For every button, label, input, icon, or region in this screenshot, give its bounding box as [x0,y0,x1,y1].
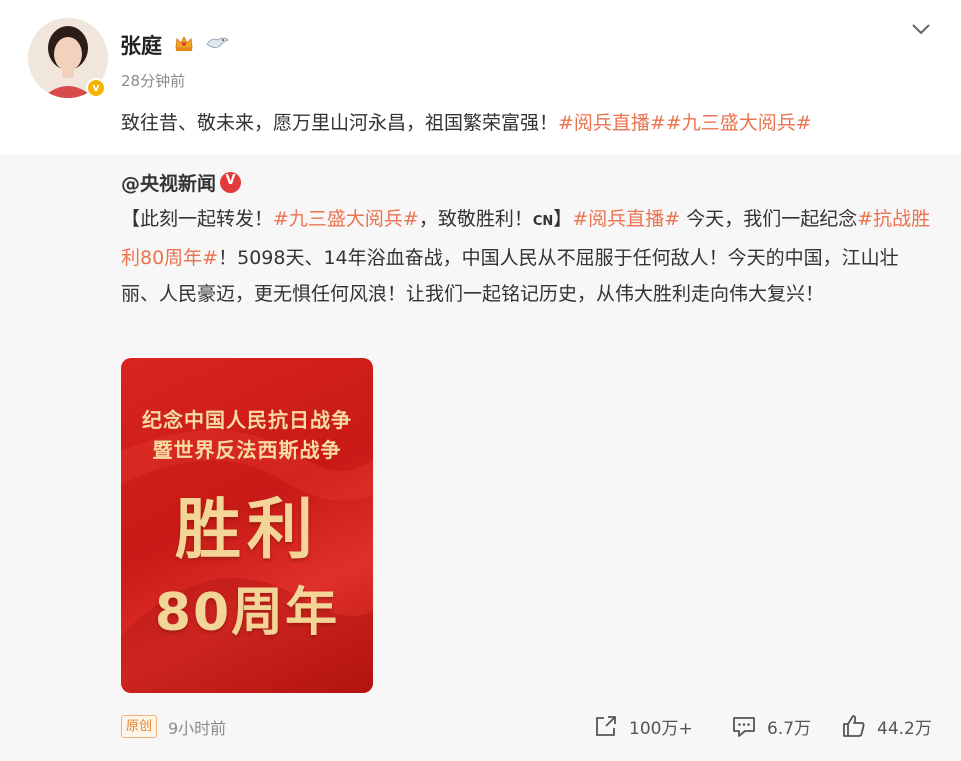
poster-title-line: 纪念中国人民抗日战争 [142,408,352,432]
share-count: 100万+ [629,718,693,739]
comment-button[interactable]: 6.7万 [731,711,811,741]
repost-text-segment: ！5098天、14年浴血奋战，中国人民从不屈服于任何敌人！今天的中国，江山壮丽、… [121,247,899,305]
username[interactable]: 张庭 [120,30,162,60]
like-count: 44.2万 [877,718,932,739]
repost-text-segment: 【此刻一起转发！ [121,208,274,230]
weibo-post: v 张庭 28分钟前 致往昔、敬未来，愿万里山河永昌，祖国繁荣富强！#阅兵直播#… [0,0,961,761]
poster-anniversary: 80周年 [154,583,340,643]
poster-headline: 胜利 [175,491,319,568]
repost-author[interactable]: @央视新闻 V [121,169,242,196]
thumbs-up-icon [843,715,865,737]
hashtag-link[interactable]: #九三盛大阅兵# [666,112,812,134]
post-text-body: 致往昔、敬未来，愿万里山河永昌，祖国繁荣富强！ [121,112,559,134]
repost-author-name[interactable]: @央视新闻 [121,173,216,195]
repost-time[interactable]: 9小时前 [168,715,226,739]
hashtag-link[interactable]: #阅兵直播# [558,112,666,134]
share-icon [596,716,616,736]
repost-text-segment: ，致敬胜利！ [418,208,533,230]
verified-red-icon: V [220,172,242,193]
hashtag-link[interactable]: #九三盛大阅兵# [273,208,419,230]
repost-text-segment: 今天，我们一起纪念 [680,208,858,230]
chevron-down-icon[interactable] [906,16,936,42]
comment-count: 6.7万 [767,718,812,739]
comment-icon [733,717,755,737]
share-button[interactable]: 100万+ [593,711,693,741]
post-time[interactable]: 28分钟前 [121,70,185,91]
repost-text: 【此刻一起转发！#九三盛大阅兵#，致敬胜利！CN】#阅兵直播# 今天，我们一起纪… [121,201,936,312]
verified-gold-icon: v [86,78,106,98]
post-text: 致往昔、敬未来，愿万里山河永昌，祖国繁荣富强！#阅兵直播##九三盛大阅兵# [121,108,812,135]
crown-icon[interactable] [174,34,194,52]
avatar[interactable]: v [28,18,108,98]
like-button[interactable]: 44.2万 [841,711,932,741]
poster-title-line: 暨世界反法西斯战争 [152,438,342,462]
reposted-content: @央视新闻 V 【此刻一起转发！#九三盛大阅兵#，致敬胜利！CN】#阅兵直播# 今… [0,155,961,761]
original-badge: 原创 [121,715,158,738]
repost-text-segment: 】 [553,208,573,230]
fan-badge-icon[interactable] [204,34,230,52]
hashtag-link[interactable]: #阅兵直播# [572,208,680,230]
poster-image[interactable]: 纪念中国人民抗日战争 暨世界反法西斯战争 胜利 80周年 [121,358,373,693]
cn-flag-icon: CN [532,214,554,229]
